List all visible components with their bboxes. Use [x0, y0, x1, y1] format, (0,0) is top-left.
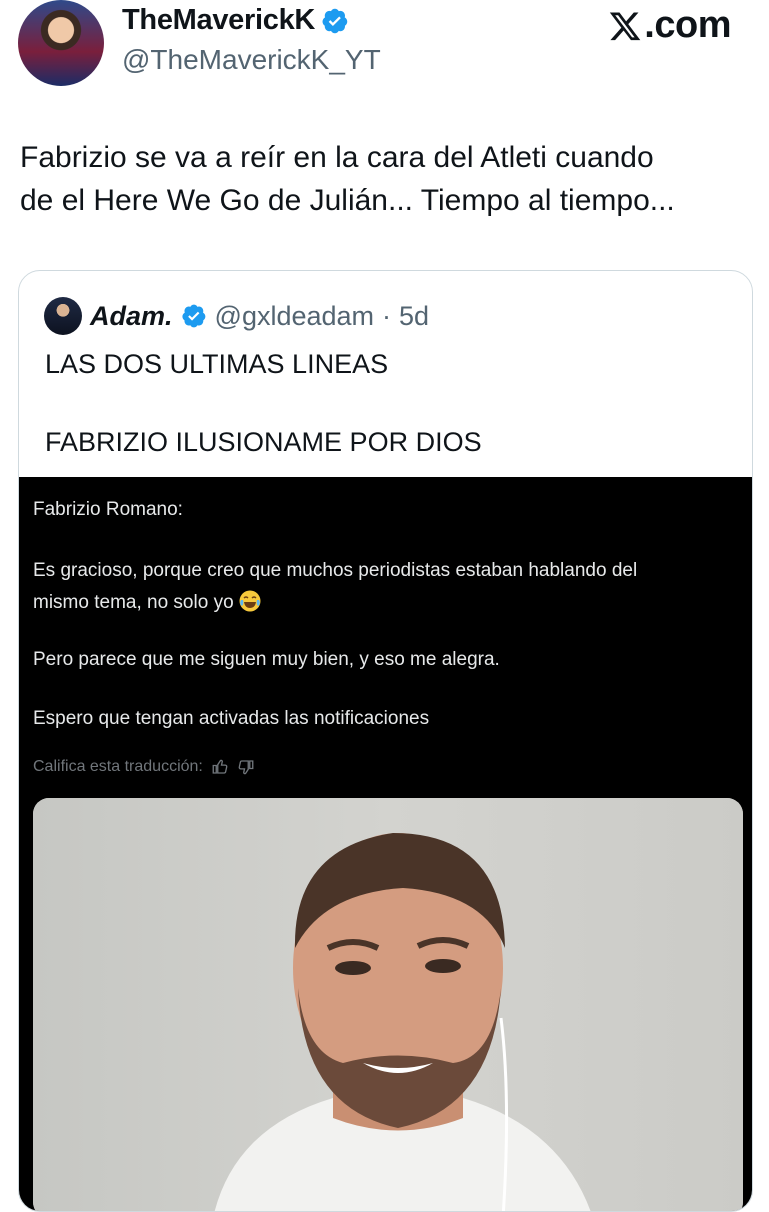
- author-display-name-row[interactable]: TheMaverickK: [122, 4, 349, 37]
- tweet-text: Fabrizio se va a reír en la cara del Atl…: [20, 136, 750, 222]
- quoted-author-name[interactable]: Adam.: [90, 301, 173, 332]
- x-logo-icon: [610, 12, 641, 40]
- author-display-name[interactable]: TheMaverickK: [122, 4, 315, 37]
- thumbs-down-icon[interactable]: [237, 758, 255, 776]
- quoted-author-handle[interactable]: @gxldeadam: [215, 301, 375, 332]
- translation-paragraph-1b: mismo tema, no solo yo: [33, 592, 234, 613]
- tweet-text-line-2: de el Here We Go de Julián... Tiempo al …: [20, 184, 675, 217]
- x-logo-text: .com: [644, 4, 731, 46]
- translation-paragraph-3: Espero que tengan activadas las notifica…: [33, 708, 430, 729]
- author-avatar[interactable]: [18, 0, 104, 86]
- verified-badge-icon: [322, 8, 348, 33]
- header-separator: ·: [382, 300, 392, 331]
- rate-translation-row: Califica esta traducción:: [33, 758, 255, 776]
- rate-translation-label: Califica esta traducción:: [33, 758, 203, 775]
- tweet-text-line-1: Fabrizio se va a reír en la cara del Atl…: [20, 141, 654, 174]
- author-handle[interactable]: @TheMaverickK_YT: [122, 44, 381, 76]
- quoted-text-line-2: FABRIZIO ILUSIONAME POR DIOS: [45, 427, 482, 457]
- quoted-media-screenshot[interactable]: Fabrizio Romano: Es gracioso, porque cre…: [19, 477, 752, 1211]
- translation-paragraph-2: Pero parece que me siguen muy bien, y es…: [33, 649, 500, 670]
- translation-paragraph-1a: Es gracioso, porque creo que muchos peri…: [33, 560, 638, 581]
- quoted-tweet-header: Adam. @gxldeadam · 5d: [44, 297, 429, 335]
- quoted-author-avatar[interactable]: [44, 297, 82, 335]
- verified-badge-icon: [181, 304, 205, 328]
- video-frame-photo[interactable]: [33, 798, 743, 1211]
- x-com-logo: .com: [607, 4, 731, 47]
- quoted-tweet-card[interactable]: Adam. @gxldeadam · 5d LAS DOS ULTIMAS LI…: [18, 270, 753, 1212]
- quoted-tweet-time[interactable]: 5d: [399, 301, 429, 332]
- person-illustration: [33, 798, 743, 1211]
- translation-speaker: Fabrizio Romano:: [33, 499, 183, 520]
- translation-paragraph-1b-row: mismo tema, no solo yo: [33, 590, 261, 614]
- quoted-text-line-1: LAS DOS ULTIMAS LINEAS: [45, 349, 389, 379]
- thumbs-up-icon[interactable]: [211, 758, 229, 776]
- laughing-tears-emoji-icon: [239, 590, 261, 612]
